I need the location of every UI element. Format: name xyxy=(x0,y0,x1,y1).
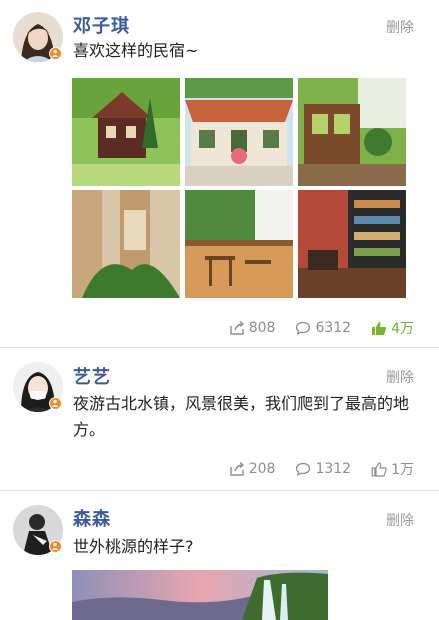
photo-thumbnail[interactable] xyxy=(72,78,180,186)
share-button[interactable]: 208 xyxy=(229,461,276,477)
like-button[interactable]: 1万 xyxy=(371,459,414,479)
comment-button[interactable]: 6312 xyxy=(295,320,351,336)
post-2: 艺艺 删除 夜游古北水镇，风景很美，我们爬到了最高的地方。 208 1312 1… xyxy=(0,348,439,490)
like-count: 1万 xyxy=(391,462,414,478)
verified-badge-icon xyxy=(49,397,62,410)
delete-button[interactable]: 删除 xyxy=(386,510,414,530)
author-name[interactable]: 邓子琪 xyxy=(73,12,130,38)
verified-badge-icon xyxy=(49,47,62,60)
delete-button[interactable]: 删除 xyxy=(386,367,414,387)
photo-thumbnail[interactable] xyxy=(72,190,180,298)
post-text: 喜欢这样的民宿~ xyxy=(73,41,199,60)
post-3: 森森 删除 世外桃源的样子? xyxy=(0,491,439,620)
share-count: 808 xyxy=(248,320,276,336)
author-name[interactable]: 艺艺 xyxy=(73,363,111,389)
post-text: 夜游古北水镇，风景很美，我们爬到了最高的地方。 xyxy=(73,394,410,439)
comment-icon xyxy=(296,321,311,335)
like-icon xyxy=(371,461,387,477)
photo-thumbnail[interactable] xyxy=(185,190,293,298)
like-button[interactable]: 4万 xyxy=(371,318,414,338)
share-count: 208 xyxy=(248,461,276,477)
action-bar: 208 1312 1万 xyxy=(229,459,414,479)
action-bar: 808 6312 4万 xyxy=(229,318,414,338)
author-name[interactable]: 森森 xyxy=(73,505,111,531)
verified-badge-icon xyxy=(49,540,62,553)
comment-count: 6312 xyxy=(315,320,352,336)
photo-thumbnail[interactable] xyxy=(298,190,406,298)
like-count: 4万 xyxy=(391,321,414,337)
photo-thumbnail[interactable] xyxy=(298,78,406,186)
post-text: 世外桃源的样子? xyxy=(73,537,194,556)
like-icon xyxy=(372,321,387,335)
post-1: 邓子琪 删除 喜欢这样的民宿~ 808 6312 4万 xyxy=(0,0,439,347)
share-icon xyxy=(230,462,244,476)
comment-count: 1312 xyxy=(315,461,352,477)
photo-grid xyxy=(72,78,406,298)
photo-thumbnail[interactable] xyxy=(185,78,293,186)
comment-icon xyxy=(296,462,311,476)
photo-thumbnail[interactable] xyxy=(72,570,328,620)
share-button[interactable]: 808 xyxy=(229,320,276,336)
delete-button[interactable]: 删除 xyxy=(386,17,414,37)
comment-button[interactable]: 1312 xyxy=(295,461,351,477)
share-icon xyxy=(230,321,244,335)
